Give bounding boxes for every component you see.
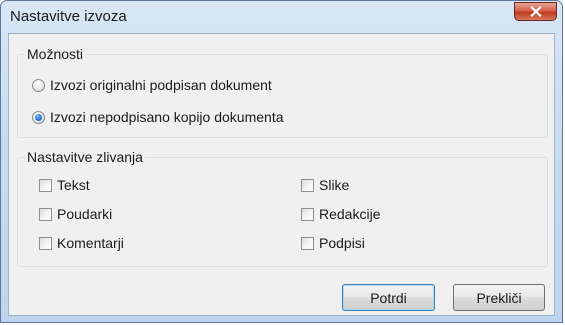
- checkbox-signatures-label: Podpisi: [319, 235, 365, 251]
- checkbox-comments[interactable]: Komentarji: [39, 235, 124, 251]
- checkbox-redactions-control[interactable]: [301, 207, 314, 221]
- merge-settings-group: Nastavitve zlivanja Tekst Poudarki Komen…: [17, 149, 548, 267]
- checkbox-images-label: Slike: [319, 177, 350, 193]
- export-settings-dialog: Nastavitve izvoza Možnosti Izvozi origin…: [0, 0, 563, 323]
- checkbox-redactions-label: Redakcije: [319, 206, 381, 222]
- radio-export-original[interactable]: Izvozi originalni podpisan dokument: [32, 77, 272, 93]
- checkbox-comments-control[interactable]: [39, 236, 52, 250]
- checkbox-signatures-control[interactable]: [301, 236, 314, 250]
- checkbox-text-label: Tekst: [57, 177, 90, 193]
- options-group: Možnosti Izvozi originalni podpisan doku…: [17, 46, 548, 138]
- merge-settings-group-legend: Nastavitve zlivanja: [25, 149, 145, 165]
- radio-export-unsigned-copy[interactable]: Izvozi nepodpisano kopijo dokumenta: [32, 109, 284, 125]
- checkbox-images[interactable]: Slike: [301, 177, 349, 193]
- checkbox-signatures[interactable]: Podpisi: [301, 235, 365, 251]
- radio-export-original-label: Izvozi originalni podpisan dokument: [50, 77, 272, 93]
- checkbox-images-control[interactable]: [301, 178, 314, 192]
- checkbox-highlights[interactable]: Poudarki: [39, 206, 112, 222]
- checkbox-text[interactable]: Tekst: [39, 177, 90, 193]
- radio-export-original-control[interactable]: [32, 78, 45, 92]
- options-group-legend: Možnosti: [25, 46, 86, 62]
- checkbox-redactions[interactable]: Redakcije: [301, 206, 380, 222]
- title-bar[interactable]: Nastavitve izvoza: [1, 1, 562, 33]
- radio-export-unsigned-copy-control[interactable]: [32, 110, 45, 124]
- window-title: Nastavitve izvoza: [10, 8, 127, 25]
- close-button[interactable]: [514, 2, 557, 21]
- checkbox-highlights-control[interactable]: [39, 207, 52, 221]
- ok-button[interactable]: Potrdi: [342, 284, 435, 311]
- checkbox-highlights-label: Poudarki: [57, 206, 113, 222]
- close-icon: [529, 6, 542, 17]
- checkbox-comments-label: Komentarji: [57, 235, 124, 251]
- checkbox-text-control[interactable]: [39, 178, 52, 192]
- cancel-button[interactable]: Prekliči: [453, 284, 545, 311]
- radio-export-unsigned-copy-label: Izvozi nepodpisano kopijo dokumenta: [50, 109, 284, 125]
- dialog-body: Možnosti Izvozi originalni podpisan doku…: [8, 33, 555, 316]
